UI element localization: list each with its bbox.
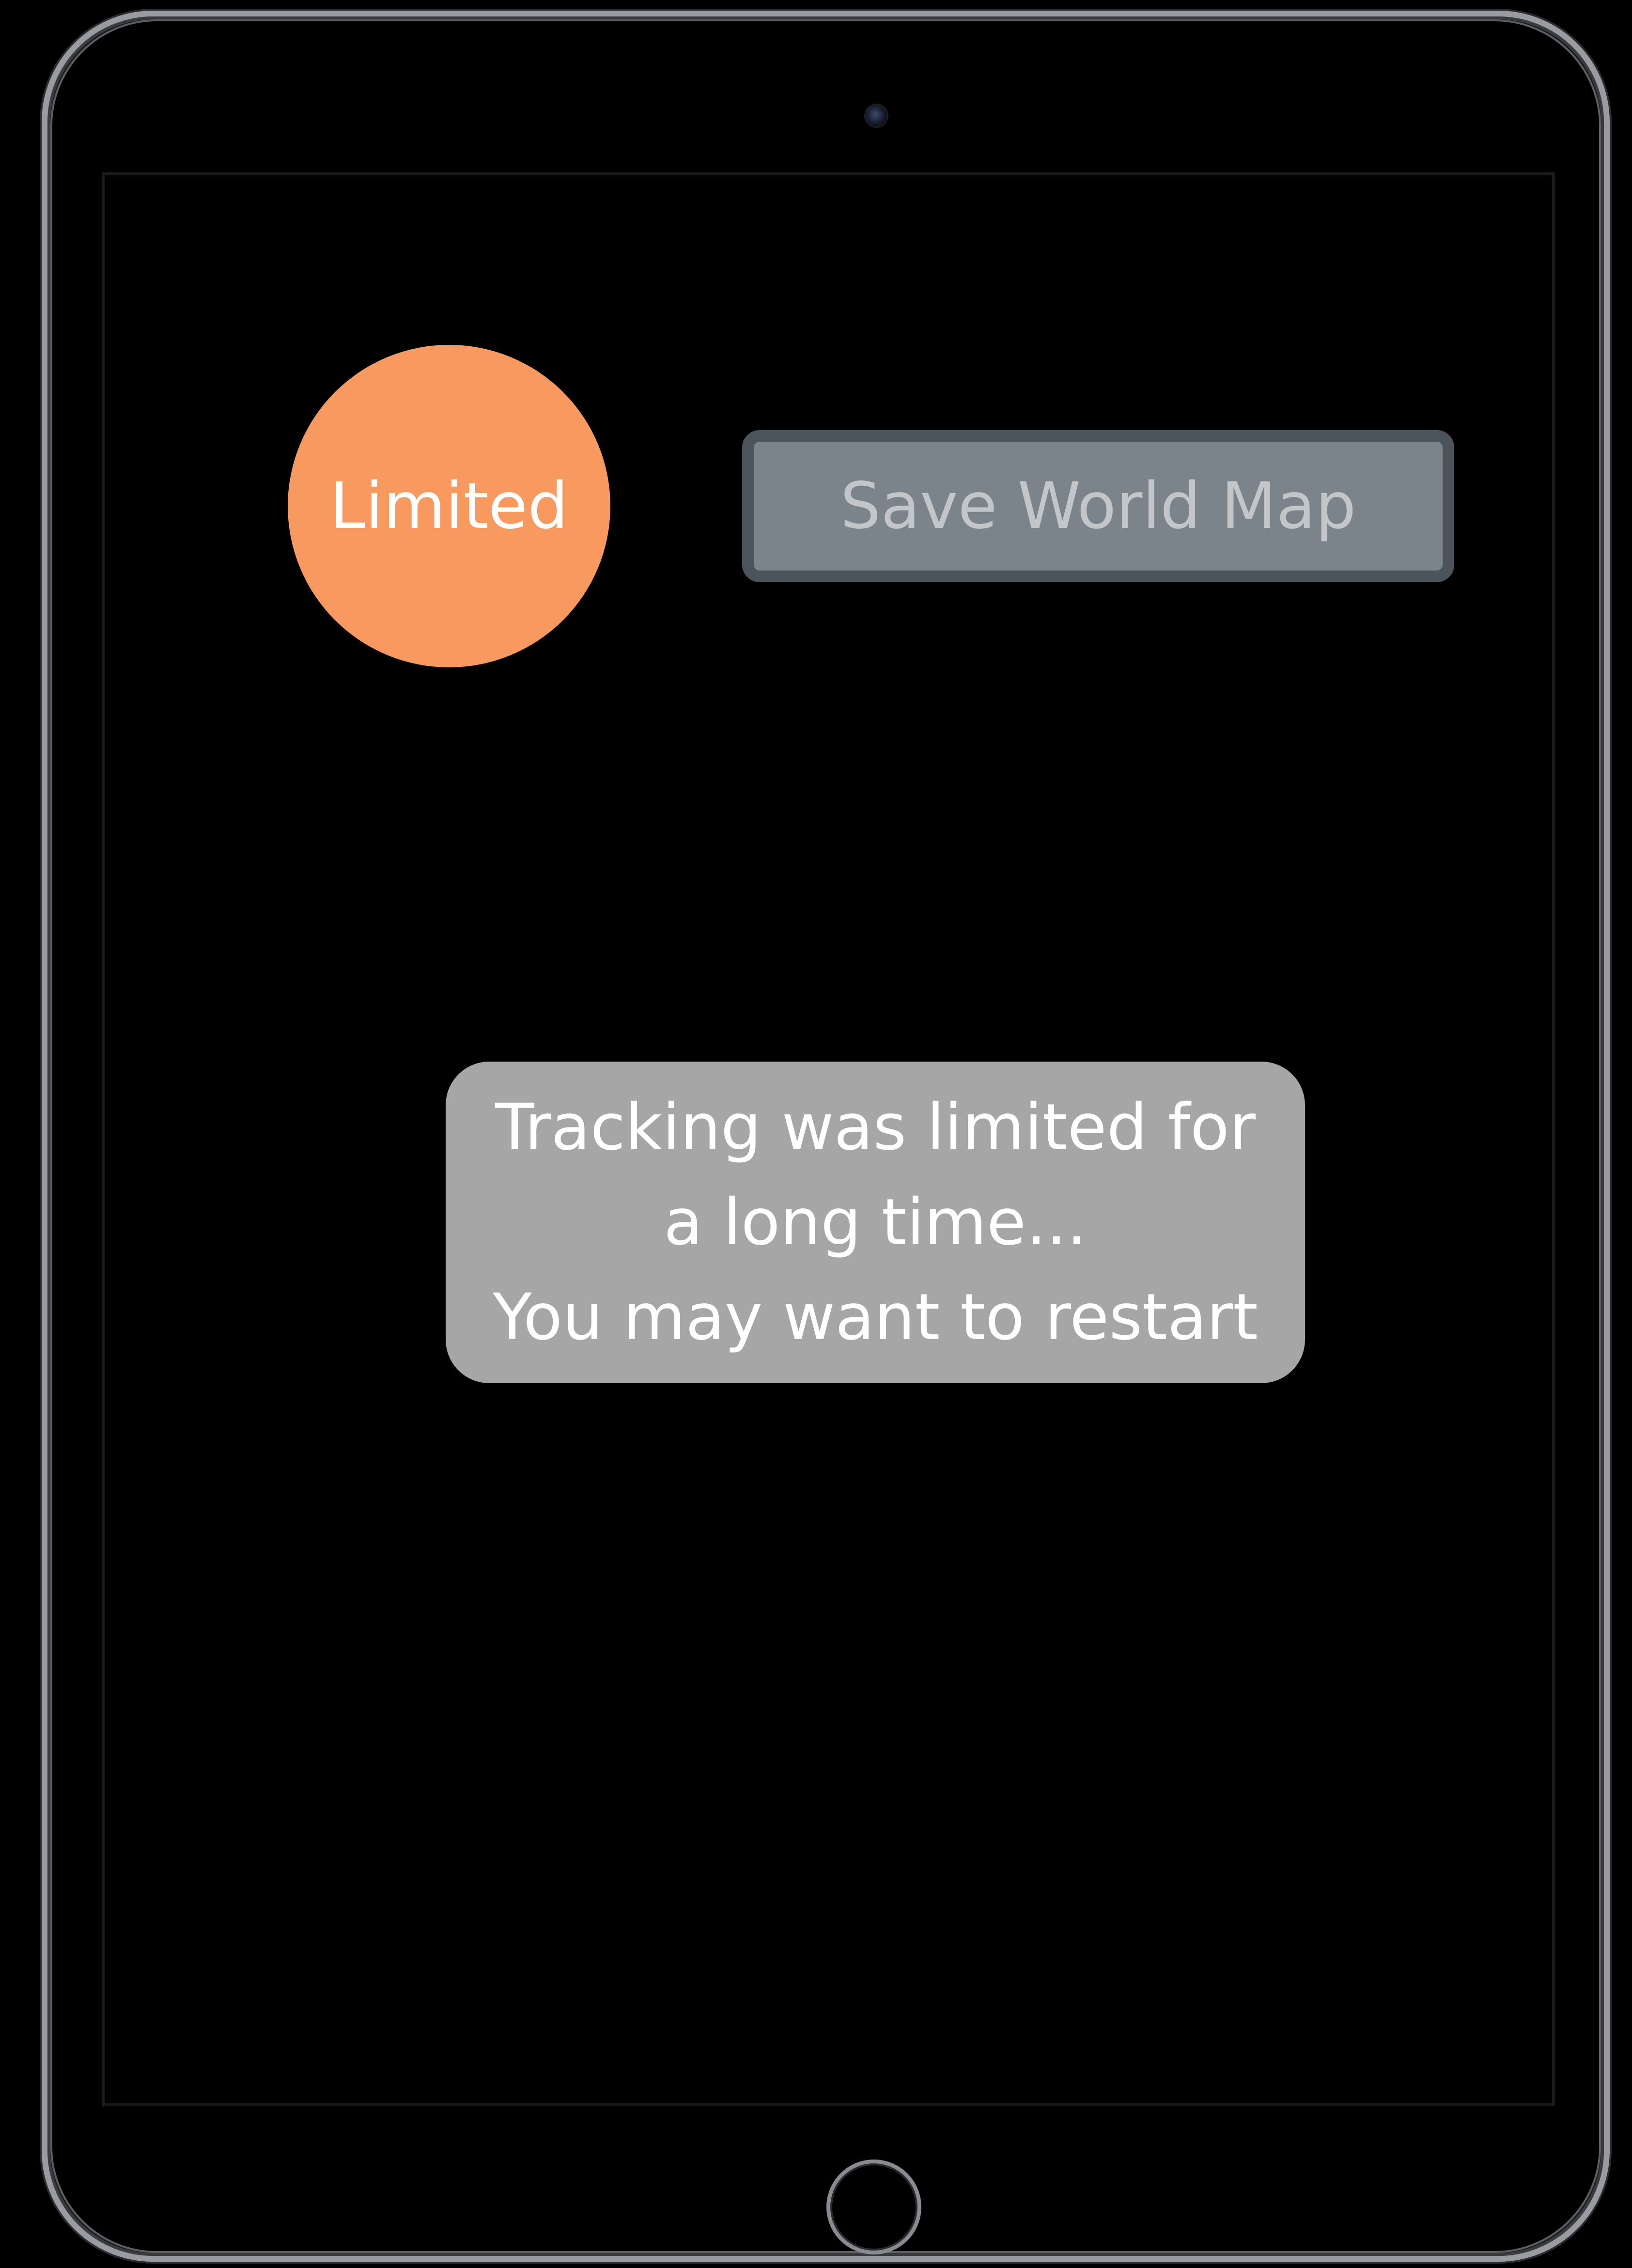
message-line: a long time... (664, 1185, 1087, 1260)
message-line: You may want to restart (493, 1280, 1258, 1355)
tracking-message-box: Tracking was limited for a long time... … (446, 1062, 1305, 1383)
home-button[interactable] (826, 2160, 921, 2254)
front-camera-icon (864, 104, 888, 128)
save-world-map-label: Save World Map (840, 469, 1356, 543)
tracking-status-label: Limited (329, 469, 569, 543)
message-line: Tracking was limited for (495, 1090, 1256, 1165)
tracking-status-indicator: Limited (288, 345, 610, 667)
save-world-map-button[interactable]: Save World Map (742, 430, 1454, 582)
